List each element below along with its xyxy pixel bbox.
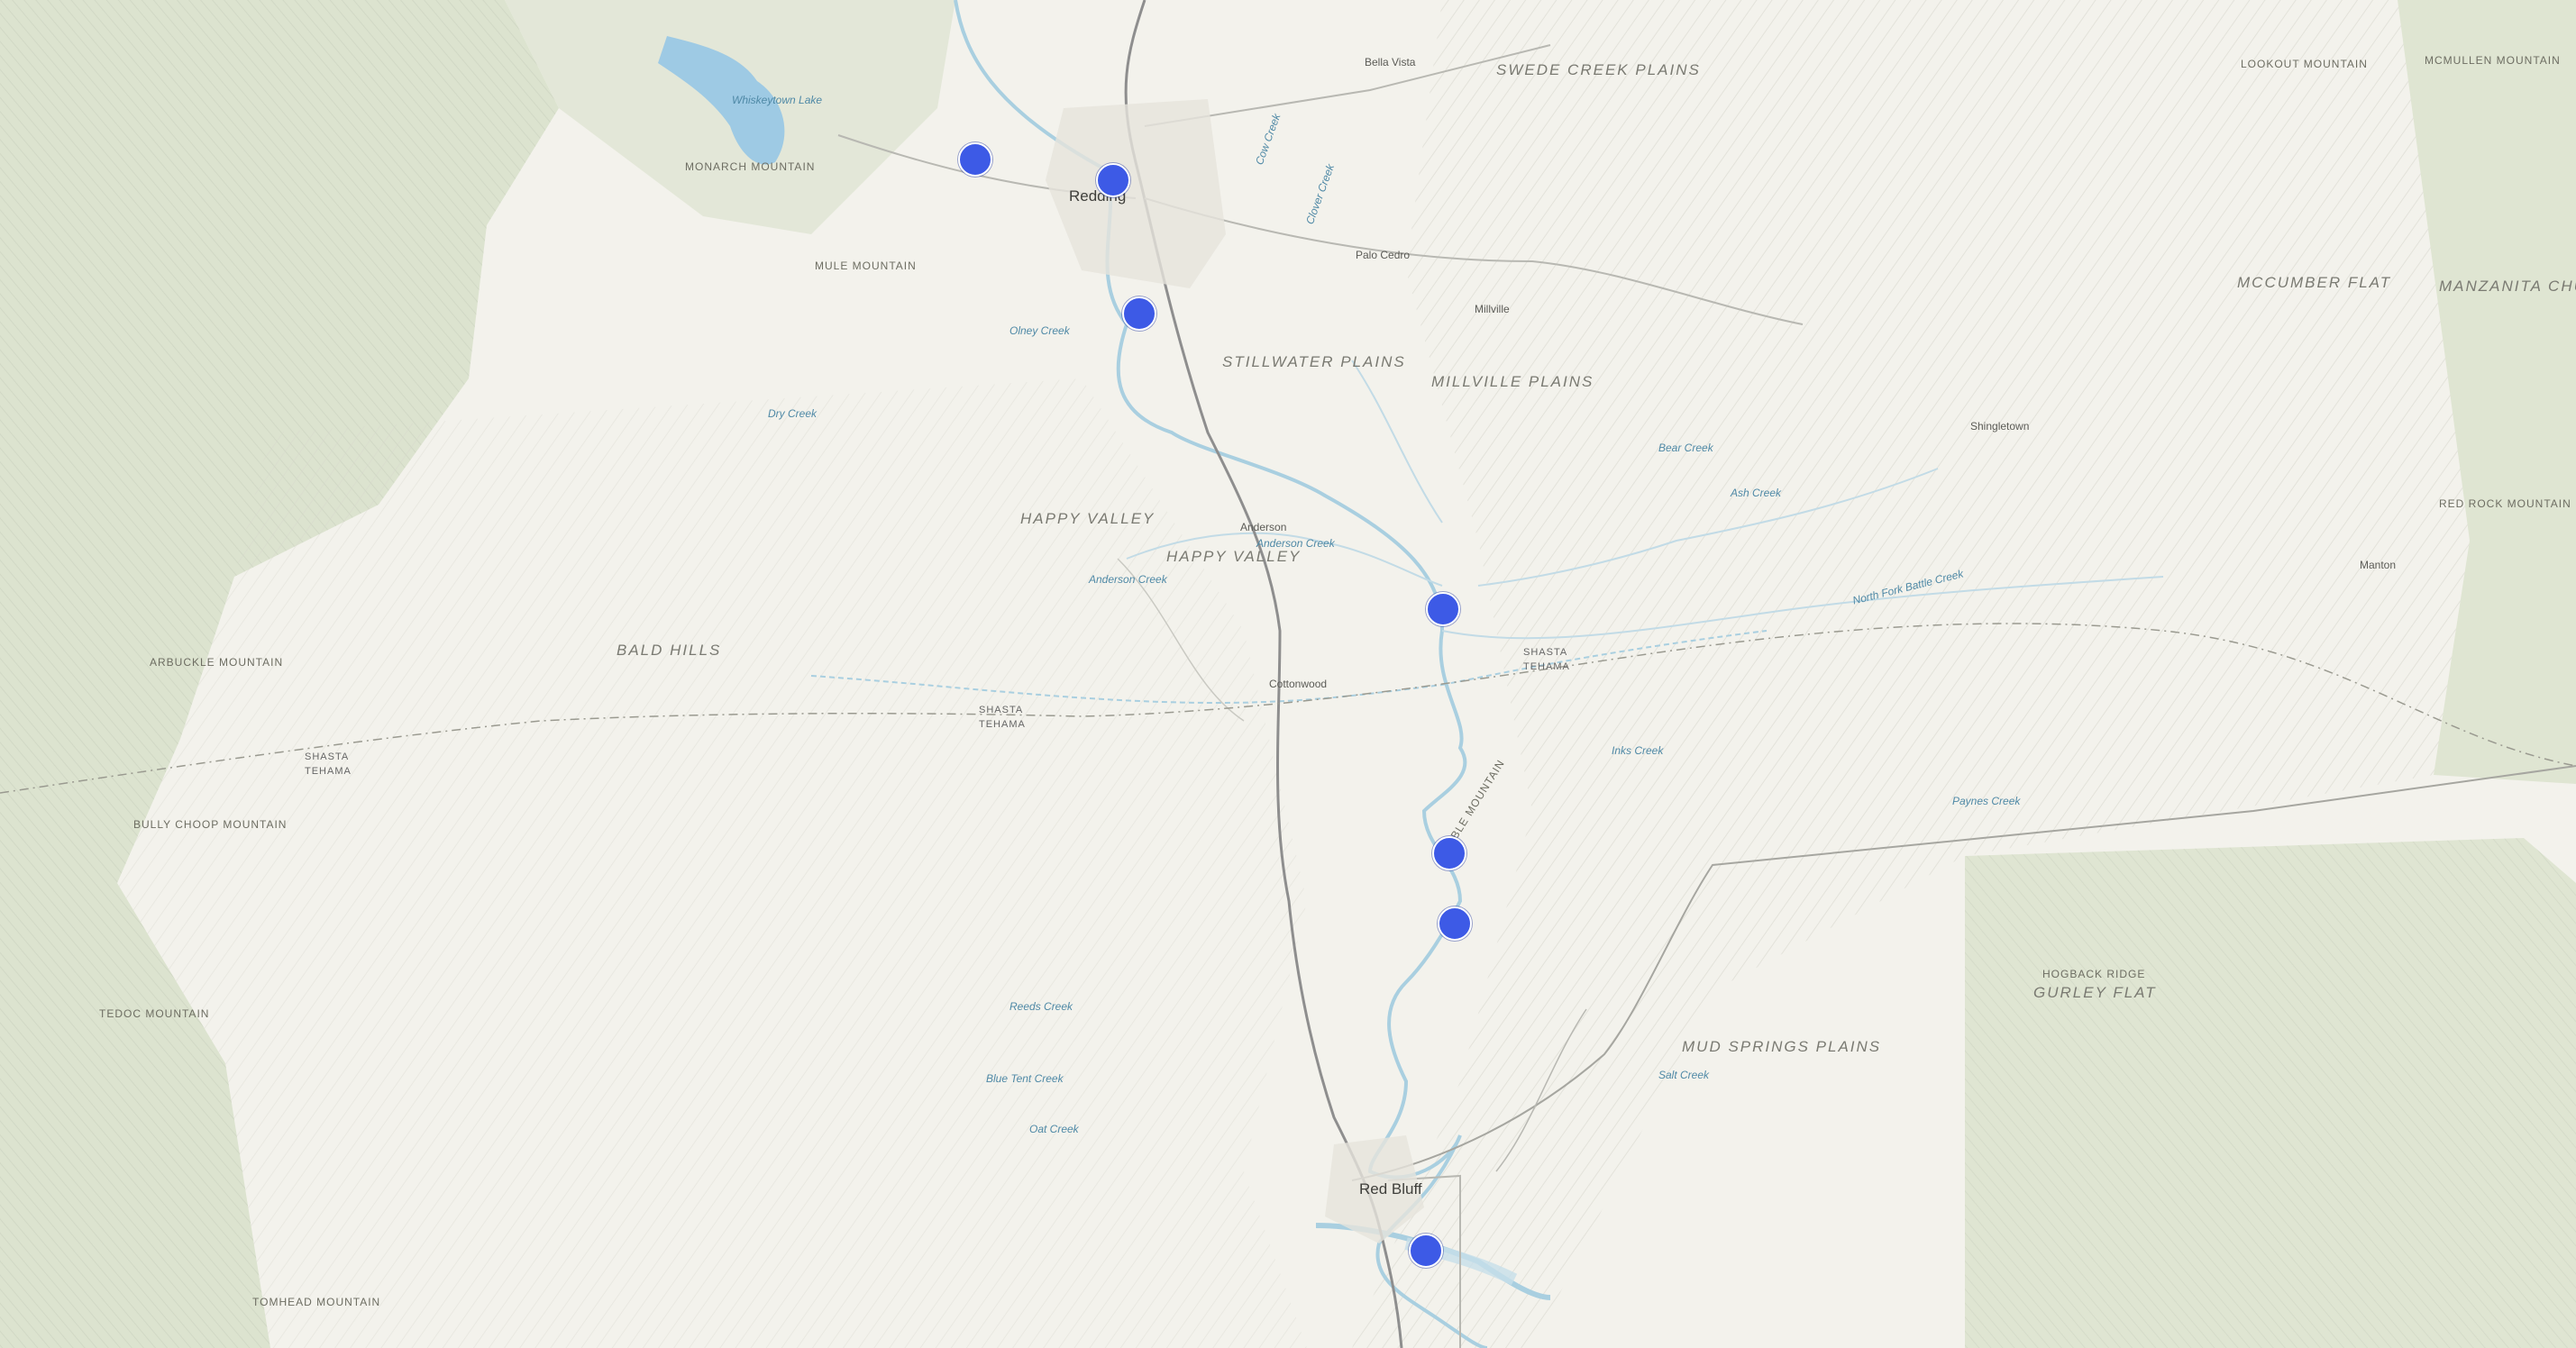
map-base-layer [0,0,2576,1348]
marker-cottonwood-creek[interactable] [1426,592,1460,626]
marker-keswick[interactable] [958,142,992,177]
marker-red-bluff[interactable] [1409,1234,1443,1268]
map-canvas[interactable]: SWEDE CREEK PLAINS STILLWATER PLAINS MIL… [0,0,2576,1348]
marker-redding[interactable] [1096,163,1130,197]
marker-bend-north[interactable] [1432,836,1466,870]
marker-bend-south[interactable] [1438,906,1472,941]
marker-south-redding[interactable] [1122,296,1156,331]
